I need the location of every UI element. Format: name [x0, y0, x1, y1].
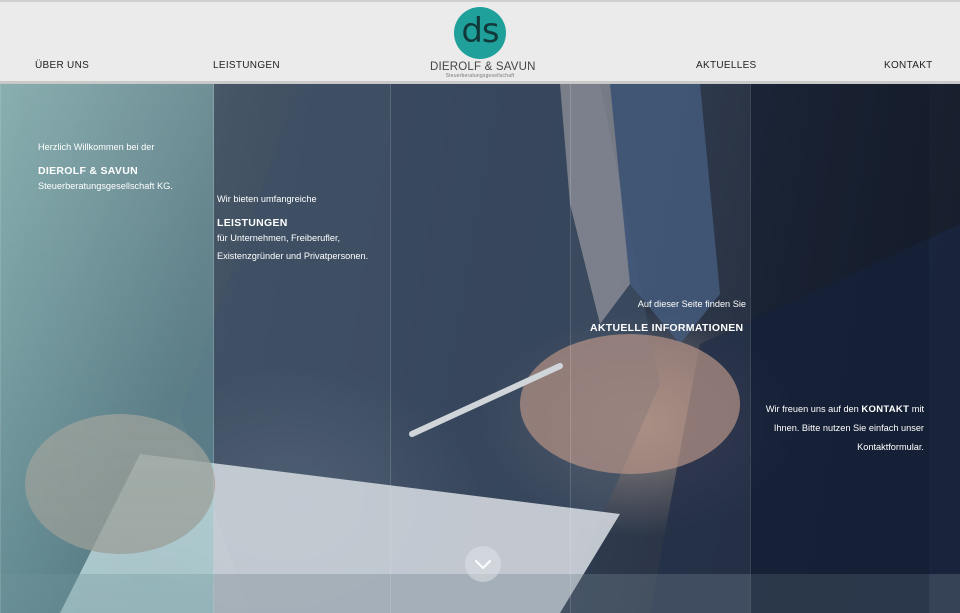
header: ÜBER UNS LEISTUNGEN ds DIEROLF & SAVUN S…	[0, 0, 960, 81]
contact-pre: Wir freuen uns auf den	[765, 404, 859, 414]
news-heading: AKTUELLE INFORMATIONEN	[590, 322, 744, 334]
nav-kontakt[interactable]: KONTAKT	[884, 60, 933, 71]
services-text: Wir bieten umfangreiche LEISTUNGEN für U…	[217, 191, 368, 265]
welcome-text: Herzlich Willkommen bei der DIEROLF & SA…	[38, 139, 173, 195]
welcome-company-name: DIEROLF & SAVUN	[38, 165, 138, 177]
contact-line-3: Kontaktformular.	[857, 442, 924, 452]
nav-ueber-uns[interactable]: ÜBER UNS	[35, 60, 89, 71]
logo-name: DIEROLF & SAVUN	[430, 61, 536, 73]
logo-monogram: ds	[461, 11, 499, 51]
logo[interactable]: ds DIEROLF & SAVUN Steuerberatungsgesell…	[430, 5, 536, 80]
services-intro: Wir bieten umfangreiche	[217, 194, 317, 204]
news-text: Auf dieser Seite finden Sie AKTUELLE INF…	[590, 296, 746, 337]
welcome-line: Herzlich Willkommen bei der	[38, 142, 155, 152]
news-intro: Auf dieser Seite finden Sie	[637, 299, 746, 309]
contact-post: mit	[911, 404, 924, 414]
services-line-4: Existenzgründer und Privatpersonen.	[217, 251, 369, 261]
contact-heading: KONTAKT	[861, 404, 910, 415]
nav-leistungen[interactable]: LEISTUNGEN	[213, 60, 280, 71]
chevron-down-icon	[475, 560, 491, 569]
services-line-3: für Unternehmen, Freiberufler,	[217, 233, 341, 243]
panel-kontakt[interactable]	[750, 84, 929, 613]
scroll-down-button[interactable]	[465, 546, 501, 582]
panel-aktuelles[interactable]	[570, 84, 751, 613]
logo-circle: ds	[454, 7, 506, 59]
nav-aktuelles[interactable]: AKTUELLES	[696, 60, 757, 71]
panel-leistungen[interactable]	[213, 84, 391, 613]
services-heading: LEISTUNGEN	[217, 217, 288, 229]
hero-section: Herzlich Willkommen bei der DIEROLF & SA…	[0, 84, 960, 613]
welcome-company-type: Steuerberatungsgesellschaft KG.	[38, 181, 173, 191]
contact-text: Wir freuen uns auf den KONTAKT mit Ihnen…	[752, 401, 924, 456]
contact-line-2: Ihnen. Bitte nutzen Sie einfach unser	[773, 423, 924, 433]
panel-center	[390, 84, 571, 613]
logo-subtitle: Steuerberatungsgesellschaft	[445, 73, 515, 79]
